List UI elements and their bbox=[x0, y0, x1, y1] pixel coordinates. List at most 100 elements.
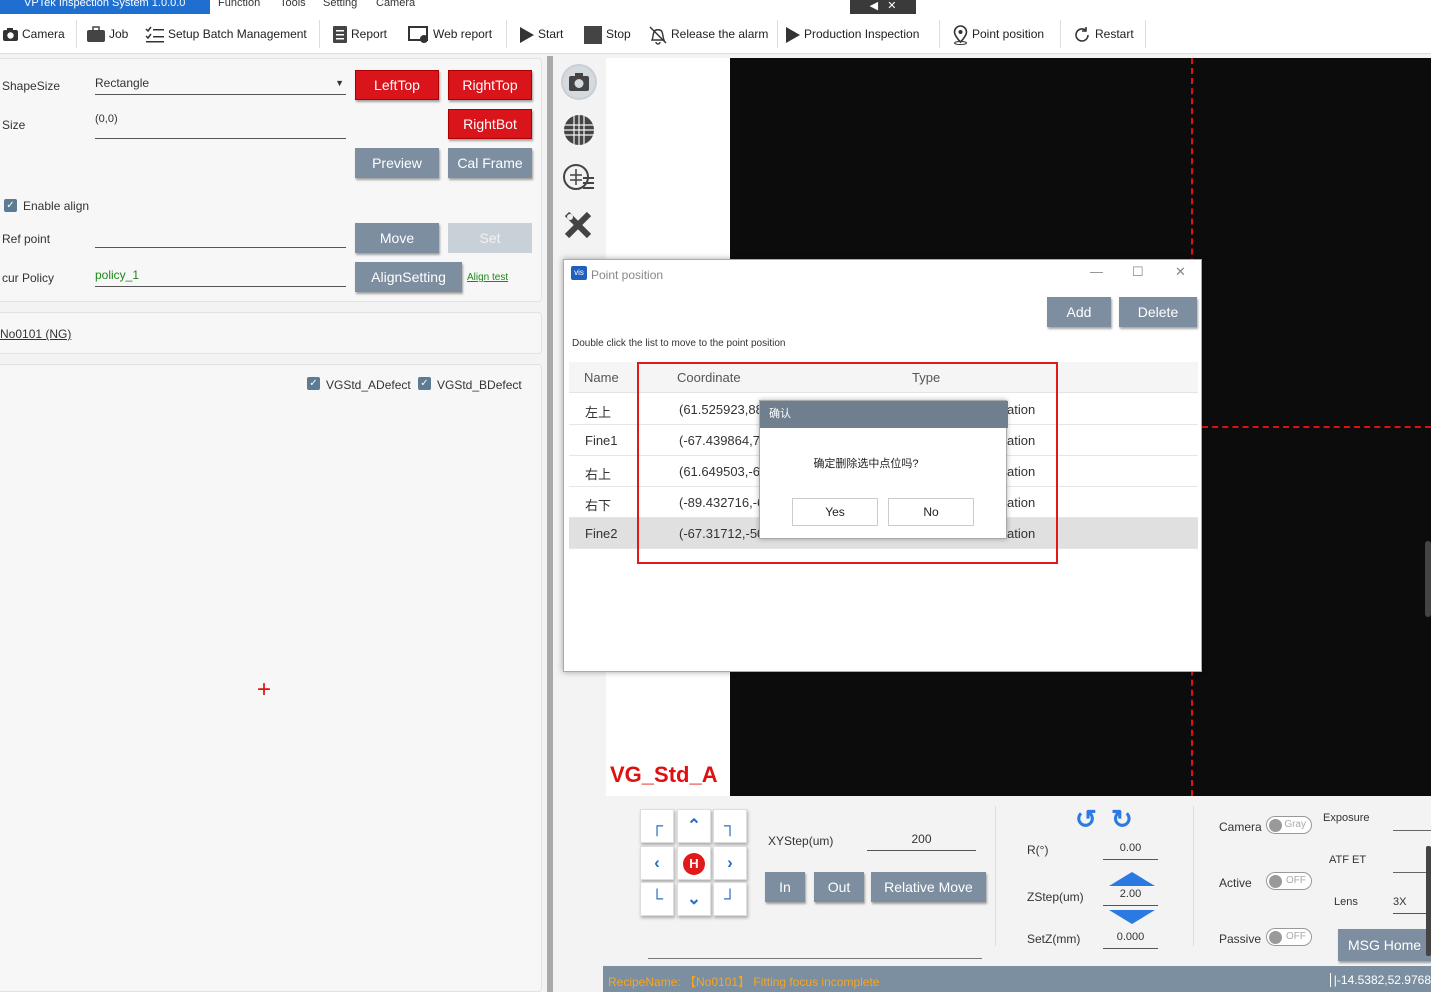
msg-home-button[interactable]: MSG Home bbox=[1338, 929, 1431, 961]
align-setting-button[interactable]: AlignSetting bbox=[355, 262, 462, 292]
move-button[interactable]: Move bbox=[355, 223, 439, 253]
play-icon bbox=[786, 26, 800, 43]
calibrate-button[interactable] bbox=[561, 208, 597, 244]
align-test-link[interactable]: Align test bbox=[467, 272, 508, 283]
left-top-button[interactable]: LeftTop bbox=[355, 70, 439, 100]
close-icon[interactable]: ✕ bbox=[887, 0, 896, 12]
report-button[interactable]: Report bbox=[332, 23, 387, 45]
view-scrollbar[interactable] bbox=[1425, 541, 1431, 617]
defect-a-label: VGStd_ADefect bbox=[326, 378, 411, 392]
corner-up-right-icon: ┐ bbox=[723, 816, 737, 835]
add-point-button[interactable]: Add bbox=[1047, 297, 1111, 327]
home-button[interactable]: H bbox=[677, 846, 711, 880]
setup-batch-button[interactable]: Setup Batch Management bbox=[145, 23, 307, 45]
maximize-icon[interactable]: ☐ bbox=[1132, 264, 1144, 280]
set-button[interactable]: Set bbox=[448, 223, 532, 253]
preview-button[interactable]: Preview bbox=[355, 148, 439, 178]
exposure-input[interactable] bbox=[1393, 830, 1431, 831]
right-bot-button[interactable]: RightBot bbox=[448, 109, 532, 139]
recipe-card bbox=[0, 312, 542, 354]
camera-icon bbox=[3, 28, 18, 42]
separator bbox=[777, 20, 778, 48]
start-button[interactable]: Start bbox=[519, 23, 563, 45]
separator bbox=[1193, 806, 1194, 946]
production-inspection-button[interactable]: Production Inspection bbox=[785, 23, 919, 45]
menu-tools[interactable]: Tools bbox=[280, 0, 306, 12]
right-top-button[interactable]: RightTop bbox=[448, 70, 532, 100]
point-name: 右下 bbox=[585, 498, 612, 513]
move-down-left-button[interactable]: └ bbox=[640, 882, 674, 916]
zoom-out-button[interactable]: Out bbox=[814, 872, 864, 902]
active-toggle[interactable]: OFF bbox=[1266, 872, 1312, 890]
move-up-right-button[interactable]: ┐ bbox=[713, 809, 747, 843]
play-icon bbox=[520, 26, 534, 43]
passive-toggle[interactable]: OFF bbox=[1266, 928, 1312, 946]
zstep-input[interactable]: 2.00 bbox=[1103, 884, 1158, 906]
panel-splitter[interactable] bbox=[547, 56, 553, 992]
defect-a-checkbox[interactable]: ✓ bbox=[307, 377, 320, 390]
motion-control-panel: ┌ ⌃ ┐ ‹ H › └ ⌄ ┘ XYStep(um) 200 In Out … bbox=[603, 796, 1431, 966]
restart-button[interactable]: Restart bbox=[1072, 23, 1134, 45]
no-button[interactable]: No bbox=[888, 498, 974, 526]
yes-button[interactable]: Yes bbox=[792, 498, 878, 526]
coordinate-readout: |-14.5382,52.9768 bbox=[1329, 973, 1431, 987]
corner-down-left-icon: └ bbox=[650, 889, 664, 908]
move-right-button[interactable]: › bbox=[713, 846, 747, 880]
active-label: Active bbox=[1219, 876, 1252, 890]
confirm-dialog: 确认 确定删除选中点位吗? Yes No bbox=[759, 400, 1008, 539]
camera-gray-toggle[interactable]: Gray bbox=[1266, 816, 1312, 834]
report-icon bbox=[333, 26, 347, 44]
shape-size-select[interactable]: Rectangle ▼ bbox=[95, 73, 346, 95]
separator bbox=[319, 20, 320, 48]
move-up-left-button[interactable]: ┌ bbox=[640, 809, 674, 843]
panel-scrollbar[interactable] bbox=[1426, 846, 1431, 956]
z-down-icon[interactable] bbox=[1109, 910, 1155, 924]
size-field[interactable]: (0,0) bbox=[95, 109, 346, 139]
minimize-icon[interactable]: — bbox=[1090, 264, 1103, 279]
camera-button[interactable]: Camera bbox=[2, 23, 65, 45]
recipe-name-link[interactable]: No0101 (NG) bbox=[0, 327, 71, 341]
rotate-cw-icon[interactable]: ↻ bbox=[1111, 804, 1133, 835]
setz-input[interactable]: 0.000 bbox=[1103, 927, 1158, 949]
enable-align-checkbox[interactable]: ✓ bbox=[4, 199, 17, 212]
menu-setting[interactable]: Setting bbox=[323, 0, 357, 12]
move-down-right-button[interactable]: ┘ bbox=[713, 882, 747, 916]
cal-frame-button[interactable]: Cal Frame bbox=[448, 148, 532, 178]
point-position-button[interactable]: Point position bbox=[952, 23, 1044, 45]
xy-step-input[interactable]: 200 bbox=[867, 829, 976, 851]
remote-control-bar[interactable]: ◀ ✕ bbox=[850, 0, 916, 14]
r-value-input[interactable]: 0.00 bbox=[1103, 838, 1158, 860]
passive-label: Passive bbox=[1219, 932, 1262, 946]
rotate-ccw-icon[interactable]: ↺ bbox=[1075, 804, 1097, 835]
location-pin-icon bbox=[953, 25, 968, 45]
pin-icon[interactable]: ◀ bbox=[870, 0, 878, 12]
move-left-button[interactable]: ‹ bbox=[640, 846, 674, 880]
separator bbox=[1060, 20, 1061, 48]
window-title: Point position bbox=[591, 268, 664, 282]
close-icon[interactable]: ✕ bbox=[1175, 264, 1186, 280]
grid-button[interactable] bbox=[561, 112, 597, 148]
corner-up-left-icon: ┌ bbox=[650, 816, 664, 835]
ref-point-field[interactable] bbox=[95, 226, 346, 248]
zoom-in-button[interactable]: In bbox=[765, 872, 805, 902]
dialog-message: 确定删除选中点位吗? bbox=[813, 458, 919, 470]
delete-point-button[interactable]: Delete bbox=[1119, 297, 1197, 327]
cur-policy-field[interactable]: policy_1 bbox=[95, 265, 346, 287]
web-report-button[interactable]: Web report bbox=[408, 23, 492, 45]
camera-capture-button[interactable] bbox=[561, 64, 597, 100]
r-label: R(°) bbox=[1027, 843, 1049, 857]
relative-move-button[interactable]: Relative Move bbox=[871, 872, 986, 902]
release-alarm-button[interactable]: Release the alarm bbox=[648, 23, 768, 45]
defect-b-checkbox[interactable]: ✓ bbox=[418, 377, 431, 390]
job-button[interactable]: Job bbox=[86, 23, 128, 45]
menu-camera[interactable]: Camera bbox=[376, 0, 415, 12]
move-down-button[interactable]: ⌄ bbox=[677, 882, 711, 916]
dropdown-arrow-icon: ▼ bbox=[335, 78, 344, 88]
move-up-button[interactable]: ⌃ bbox=[677, 809, 711, 843]
point-name: Fine2 bbox=[585, 526, 618, 541]
app-title: VPTek Inspection System 1.0.0.0 bbox=[0, 0, 210, 14]
defect-b-label: VGStd_BDefect bbox=[437, 378, 522, 392]
map-list-button[interactable] bbox=[561, 160, 597, 196]
menu-function[interactable]: Function bbox=[218, 0, 260, 12]
stop-button[interactable]: Stop bbox=[583, 23, 631, 45]
